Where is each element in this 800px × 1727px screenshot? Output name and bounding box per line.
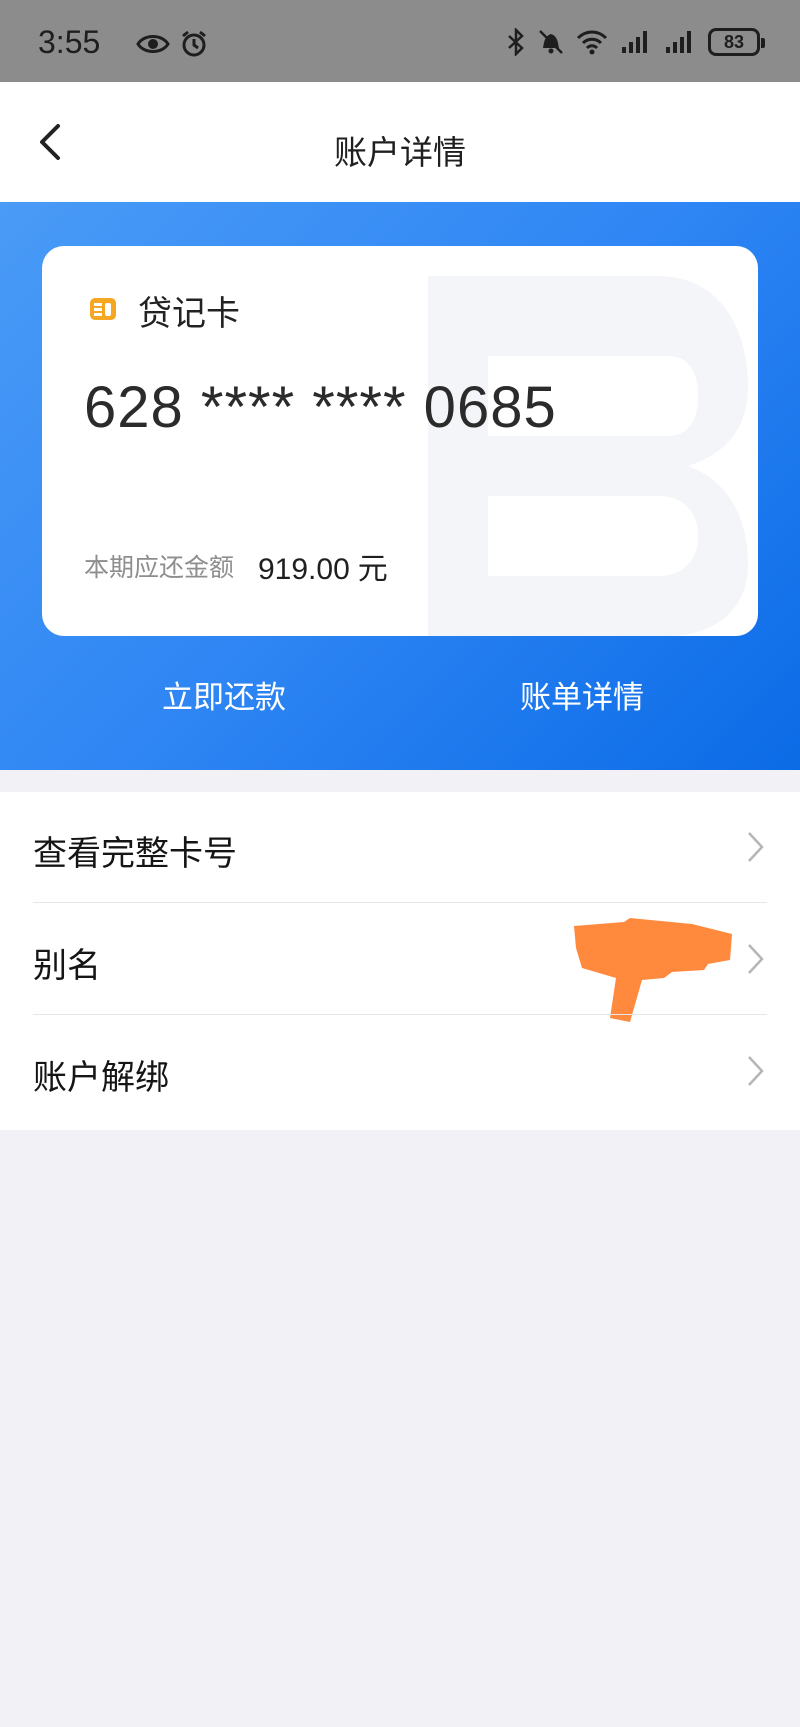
bank-card: 贷记卡 628 **** **** 0685 本期应还金额 919.00 元 (42, 246, 758, 636)
chevron-right-icon (748, 832, 764, 862)
mute-icon (539, 30, 563, 54)
status-right-icons: 83 (506, 28, 765, 56)
menu-divider (33, 1014, 767, 1015)
masked-card-number: 628 **** **** 0685 (84, 375, 557, 440)
menu-item-label: 查看完整卡号 (33, 834, 237, 874)
amount-number: 919.00 (258, 553, 350, 586)
eye-icon (136, 35, 170, 53)
menu-item-label: 账户解绑 (33, 1058, 169, 1098)
card-logo-icon (90, 298, 116, 320)
status-bar: 3:55 83 (0, 0, 800, 82)
status-left-icons (136, 30, 208, 58)
battery-level: 83 (723, 31, 745, 52)
status-time: 3:55 (38, 24, 101, 60)
card-type-label: 贷记卡 (138, 294, 240, 334)
amount-unit: 元 (357, 552, 388, 587)
bill-details-button[interactable]: 账单详情 (520, 672, 644, 717)
account-detail-page: 3:55 83 账户详情 贷记卡 628 **** **** 0685 本期应还… (0, 0, 800, 1727)
card-header-panel: 贷记卡 628 **** **** 0685 本期应还金额 919.00 元 立即… (0, 202, 800, 770)
amount-due-value: 919.00 元 (258, 544, 388, 588)
bank-logo-watermark (428, 276, 748, 636)
chevron-right-icon (748, 1056, 764, 1086)
account-menu: 查看完整卡号 别名 账户解绑 (0, 792, 800, 1130)
menu-item-view-full-number[interactable]: 查看完整卡号 (0, 792, 800, 904)
menu-item-unbind-account[interactable]: 账户解绑 (0, 1016, 800, 1128)
alarm-icon (182, 30, 206, 57)
signal-icon (666, 31, 691, 53)
battery-indicator: 83 (708, 28, 765, 56)
signal-icon (622, 31, 647, 53)
menu-divider (33, 902, 767, 903)
chevron-right-icon (748, 944, 764, 974)
page-title: 账户详情 (334, 133, 466, 172)
bluetooth-icon (508, 28, 524, 56)
amount-due-label: 本期应还金额 (84, 553, 235, 582)
redaction-mark (574, 918, 732, 1022)
repay-now-button[interactable]: 立即还款 (162, 672, 286, 717)
menu-item-label: 别名 (33, 946, 101, 986)
wifi-icon (576, 30, 608, 55)
title-bar: 账户详情 (0, 82, 800, 202)
